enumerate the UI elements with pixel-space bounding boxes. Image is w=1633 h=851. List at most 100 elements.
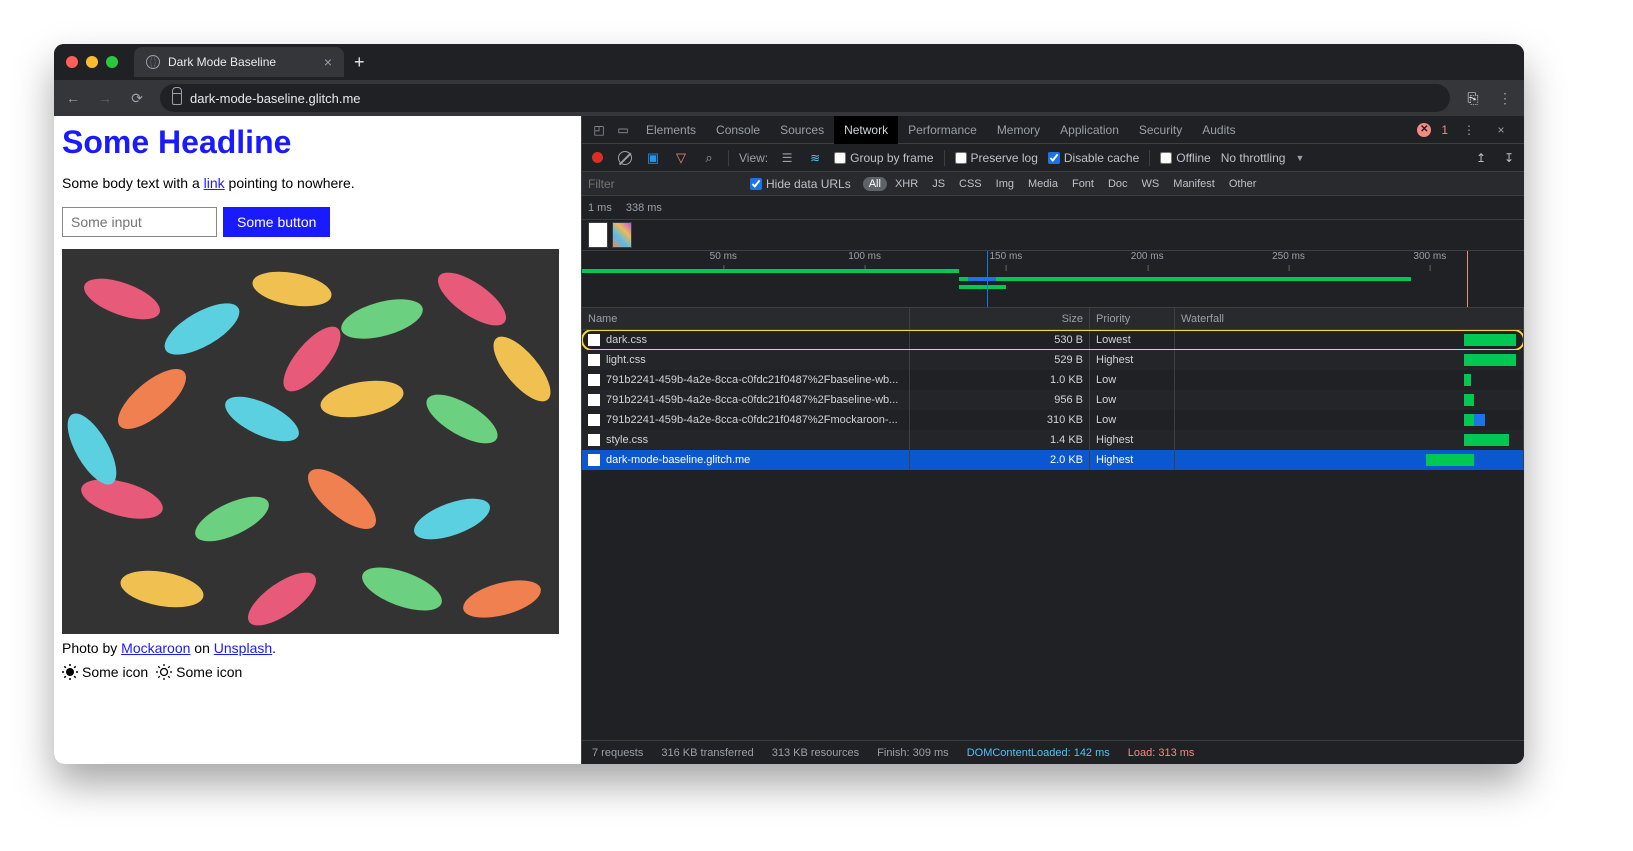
error-count: 1 (1441, 123, 1448, 137)
new-tab-button[interactable]: + (354, 52, 365, 73)
table-row[interactable]: style.css1.4 KBHighest (582, 430, 1524, 450)
network-toolbar: ▣ ▽ ⌕ View: ☰ ≋ Group by frame Preserve … (582, 144, 1524, 172)
offline-checkbox[interactable]: Offline (1160, 151, 1210, 165)
body-link[interactable]: link (204, 175, 225, 191)
col-waterfall[interactable]: Waterfall (1175, 308, 1524, 329)
photo-credit: Photo by Mockaroon on Unsplash. (62, 640, 573, 656)
clear-button[interactable] (616, 149, 634, 167)
timeline-tick: 200 ms (1131, 251, 1164, 262)
filter-type-css[interactable]: CSS (953, 177, 988, 191)
devtools-tab-elements[interactable]: Elements (636, 116, 706, 144)
demo-input[interactable] (62, 207, 217, 237)
minimize-window-button[interactable] (86, 56, 98, 68)
credit-author-link[interactable]: Mockaroon (121, 640, 190, 656)
forward-button[interactable]: → (96, 90, 114, 106)
table-row[interactable]: dark-mode-baseline.glitch.me2.0 KBHighes… (582, 450, 1524, 470)
devtools-tab-audits[interactable]: Audits (1192, 116, 1245, 144)
menu-button[interactable]: ⋮ (1496, 90, 1514, 107)
filter-type-js[interactable]: JS (926, 177, 951, 191)
list-view-icon[interactable]: ☰ (778, 149, 796, 167)
col-priority[interactable]: Priority (1090, 308, 1175, 329)
inspect-icon[interactable]: ◰ (588, 119, 610, 141)
body-text: Some body text with a link pointing to n… (62, 175, 573, 191)
filter-type-xhr[interactable]: XHR (889, 177, 924, 191)
devtools-menu-icon[interactable]: ⋮ (1458, 119, 1480, 141)
timeline-tick: 300 ms (1413, 251, 1446, 262)
tab-title: Dark Mode Baseline (168, 55, 276, 69)
url-field[interactable]: dark-mode-baseline.glitch.me (160, 84, 1450, 112)
throttling-select[interactable]: No throttling (1221, 151, 1286, 165)
page-headline: Some Headline (62, 124, 573, 161)
error-badge[interactable]: ✕ (1417, 123, 1431, 137)
demo-button[interactable]: Some button (223, 207, 330, 237)
search-icon[interactable]: ⌕ (700, 149, 718, 167)
filter-row: Hide data URLs AllXHRJSCSSImgMediaFontDo… (582, 172, 1524, 196)
preserve-log-checkbox[interactable]: Preserve log (955, 151, 1038, 165)
status-transferred: 316 KB transferred (661, 747, 753, 759)
filter-type-img[interactable]: Img (990, 177, 1020, 191)
timeline-tick: 250 ms (1272, 251, 1305, 262)
table-header: Name Size Priority Waterfall (582, 308, 1524, 330)
status-load: Load: 313 ms (1128, 747, 1195, 759)
upload-icon[interactable]: ↥ (1472, 149, 1490, 167)
screenshot-icon[interactable]: ▣ (644, 149, 662, 167)
devtools-tab-security[interactable]: Security (1129, 116, 1192, 144)
table-row[interactable]: dark.css530 BLowest (582, 330, 1524, 350)
filter-type-media[interactable]: Media (1022, 177, 1064, 191)
profile-icon[interactable]: ⎘ (1464, 90, 1482, 107)
globe-icon (146, 55, 160, 69)
hide-data-urls-checkbox[interactable]: Hide data URLs (750, 177, 851, 191)
maximize-window-button[interactable] (106, 56, 118, 68)
waterfall-view-icon[interactable]: ≋ (806, 149, 824, 167)
filter-type-font[interactable]: Font (1066, 177, 1100, 191)
devtools: ◰ ▭ ElementsConsoleSourcesNetworkPerform… (581, 116, 1524, 764)
download-icon[interactable]: ↧ (1500, 149, 1518, 167)
filter-input[interactable] (588, 177, 738, 191)
col-size[interactable]: Size (910, 308, 1090, 329)
timeline-overview[interactable]: 50 ms 100 ms 150 ms 200 ms 250 ms 300 ms (582, 250, 1524, 308)
filter-type-all[interactable]: All (863, 177, 887, 191)
icon-row: Some icon Some icon (62, 664, 573, 680)
devtools-tab-sources[interactable]: Sources (770, 116, 834, 144)
devtools-tab-application[interactable]: Application (1050, 116, 1129, 144)
devtools-tab-console[interactable]: Console (706, 116, 770, 144)
sun-outline-icon (156, 664, 172, 680)
view-label: View: (739, 151, 768, 165)
devtools-tabs: ◰ ▭ ElementsConsoleSourcesNetworkPerform… (582, 116, 1524, 144)
traffic-lights (66, 56, 118, 68)
back-button[interactable]: ← (64, 90, 82, 106)
table-row[interactable]: 791b2241-459b-4a2e-8cca-c0fdc21f0487%2Fb… (582, 370, 1524, 390)
devtools-close-icon[interactable]: × (1490, 119, 1512, 141)
lock-icon (172, 93, 182, 105)
url-text: dark-mode-baseline.glitch.me (190, 91, 361, 106)
timeline-tick: 50 ms (710, 251, 737, 262)
filmstrip-frame[interactable] (588, 222, 608, 248)
table-row[interactable]: light.css529 BHighest (582, 350, 1524, 370)
timeline-tick: 150 ms (989, 251, 1022, 262)
disable-cache-checkbox[interactable]: Disable cache (1048, 151, 1139, 165)
status-resources: 313 KB resources (772, 747, 859, 759)
close-window-button[interactable] (66, 56, 78, 68)
browser-tab[interactable]: Dark Mode Baseline × (134, 47, 344, 77)
reload-button[interactable]: ⟳ (128, 90, 146, 107)
table-row[interactable]: 791b2241-459b-4a2e-8cca-c0fdc21f0487%2Fb… (582, 390, 1524, 410)
filter-type-doc[interactable]: Doc (1102, 177, 1134, 191)
filter-type-other[interactable]: Other (1223, 177, 1263, 191)
overview-stats: 1 ms 338 ms (582, 196, 1524, 220)
timeline-tick: 100 ms (848, 251, 881, 262)
close-tab-button[interactable]: × (324, 54, 332, 70)
filter-icon[interactable]: ▽ (672, 149, 690, 167)
filter-type-manifest[interactable]: Manifest (1167, 177, 1221, 191)
devtools-tab-network[interactable]: Network (834, 116, 898, 144)
col-name[interactable]: Name (582, 308, 910, 329)
filmstrip-frame[interactable] (612, 222, 632, 248)
stat-size: 338 ms (626, 202, 662, 214)
devtools-tab-performance[interactable]: Performance (898, 116, 987, 144)
filter-type-ws[interactable]: WS (1136, 177, 1166, 191)
credit-site-link[interactable]: Unsplash (214, 640, 272, 656)
record-button[interactable] (588, 149, 606, 167)
table-row[interactable]: 791b2241-459b-4a2e-8cca-c0fdc21f0487%2Fm… (582, 410, 1524, 430)
device-icon[interactable]: ▭ (612, 119, 634, 141)
group-by-frame-checkbox[interactable]: Group by frame (834, 151, 933, 165)
devtools-tab-memory[interactable]: Memory (987, 116, 1050, 144)
